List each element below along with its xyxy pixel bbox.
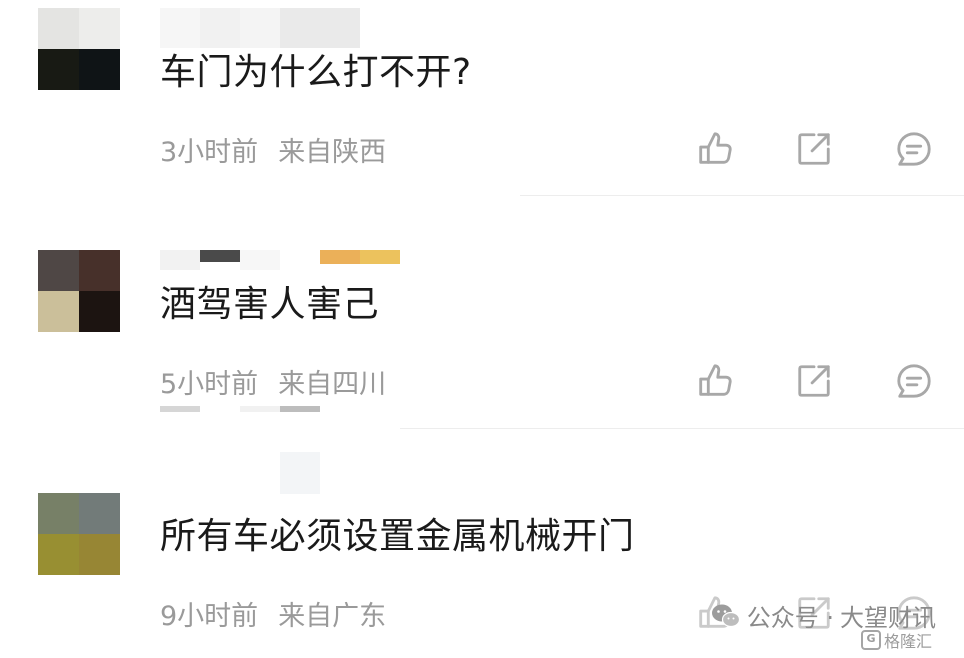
avatar-tile bbox=[38, 291, 79, 332]
comment-location: 来自陕西 bbox=[278, 137, 387, 168]
avatar-tile bbox=[38, 493, 79, 534]
like-button[interactable] bbox=[694, 129, 734, 169]
avatar[interactable] bbox=[38, 493, 120, 575]
avatar-tile bbox=[79, 493, 120, 534]
share-button[interactable] bbox=[794, 361, 834, 401]
avatar-tile bbox=[79, 8, 120, 49]
avatar-tile bbox=[38, 534, 79, 575]
like-button[interactable] bbox=[694, 361, 734, 401]
reply-preview-blurred bbox=[160, 406, 320, 412]
comment-meta: 9小时前 来自广东 bbox=[160, 594, 386, 633]
avatar-tile bbox=[38, 49, 79, 90]
comment-text: 酒驾害人害己 bbox=[160, 284, 380, 325]
wechat-icon bbox=[711, 604, 740, 627]
comment-icon bbox=[897, 364, 931, 398]
comment-meta: 5小时前 来自四川 bbox=[160, 362, 386, 401]
avatar-tile bbox=[38, 250, 79, 291]
gelonghui-logo-icon: G bbox=[860, 630, 881, 650]
username-blurred[interactable] bbox=[160, 250, 400, 270]
share-button[interactable] bbox=[794, 129, 834, 169]
watermark-badge: G 格隆汇 bbox=[860, 628, 932, 652]
comment-text: 车门为什么打不开? bbox=[160, 52, 472, 93]
comment-time: 3小时前 bbox=[160, 137, 259, 168]
comment-text: 所有车必须设置金属机械开门 bbox=[160, 516, 635, 557]
avatar-tile bbox=[79, 534, 120, 575]
comment-time: 5小时前 bbox=[160, 369, 259, 400]
reply-button[interactable] bbox=[894, 361, 934, 401]
watermark-prefix: 公众号 · bbox=[746, 604, 834, 632]
avatar-tile bbox=[38, 8, 79, 49]
divider bbox=[520, 195, 964, 196]
thumbs-up-icon bbox=[699, 364, 732, 396]
comment-location: 来自四川 bbox=[278, 369, 387, 400]
thumbs-up-icon bbox=[699, 132, 732, 164]
watermark-badge-text: 格隆汇 bbox=[883, 632, 932, 651]
comment-meta: 3小时前 来自陕西 bbox=[160, 130, 386, 169]
divider bbox=[400, 428, 964, 429]
avatar[interactable] bbox=[38, 250, 120, 332]
username-blurred[interactable] bbox=[160, 8, 360, 48]
share-icon bbox=[798, 365, 830, 397]
reply-button[interactable] bbox=[894, 129, 934, 169]
avatar[interactable] bbox=[38, 8, 120, 90]
share-icon bbox=[798, 133, 830, 165]
username-blurred[interactable] bbox=[160, 452, 320, 494]
avatar-tile bbox=[79, 250, 120, 291]
comment-location: 来自广东 bbox=[278, 601, 387, 632]
comment-icon bbox=[897, 132, 931, 166]
watermark: 公众号 · 大望财讯 G 格隆汇 bbox=[711, 598, 936, 651]
avatar-tile bbox=[79, 49, 120, 90]
avatar-tile bbox=[79, 291, 120, 332]
comment-time: 9小时前 bbox=[160, 601, 259, 632]
